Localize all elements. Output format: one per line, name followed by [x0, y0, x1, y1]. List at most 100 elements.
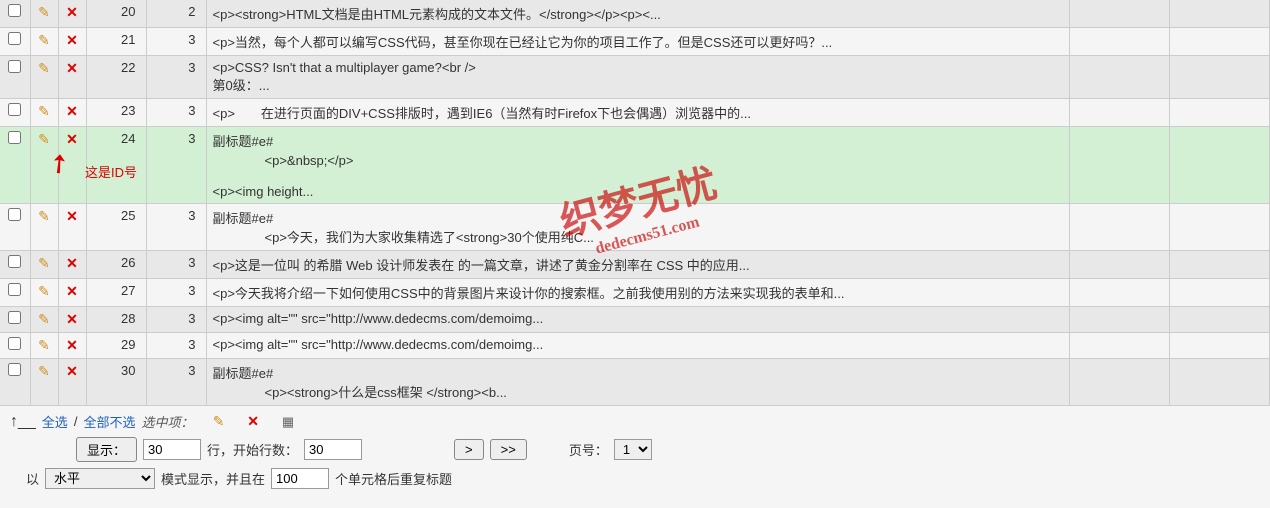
table-row: ✎✕263<p>这是一位叫 的希腊 Web 设计师发表在 的一篇文章，讲述了黄金…: [0, 251, 1270, 279]
delete-button[interactable]: ✕: [58, 307, 86, 333]
spacer: [1170, 333, 1270, 359]
spacer: [1070, 333, 1170, 359]
table-row: ✎✕213<p>当然，每个人都可以编写CSS代码，甚至你现在已经让它为你的项目工…: [0, 28, 1270, 56]
row-checkbox[interactable]: [8, 337, 21, 350]
spacer: [1170, 127, 1270, 204]
row-id: 24: [86, 127, 146, 204]
edit-button[interactable]: ✎: [30, 127, 58, 204]
cells-input[interactable]: [271, 468, 329, 489]
delete-button[interactable]: ✕: [58, 359, 86, 406]
pencil-icon: ✎: [38, 363, 50, 379]
row-checkbox[interactable]: [8, 32, 21, 45]
delete-button[interactable]: ✕: [58, 28, 86, 56]
row-col3: 3: [146, 127, 206, 204]
page-select[interactable]: 1: [614, 439, 652, 460]
x-icon: ✕: [66, 337, 78, 353]
select-none-link[interactable]: 全部不选: [83, 412, 135, 431]
spacer: [1170, 28, 1270, 56]
data-grid: ✎✕202<p><strong>HTML文档是由HTML元素构成的文本文件。</…: [0, 0, 1270, 406]
edit-button[interactable]: ✎: [30, 333, 58, 359]
delete-icon[interactable]: ✕: [247, 413, 259, 430]
row-checkbox[interactable]: [8, 60, 21, 73]
spacer: [1170, 56, 1270, 99]
up-arrow-icon[interactable]: ↑__: [10, 413, 36, 431]
edit-button[interactable]: ✎: [30, 359, 58, 406]
edit-button[interactable]: ✎: [30, 279, 58, 307]
delete-button[interactable]: ✕: [58, 56, 86, 99]
footer: ↑__ 全选 / 全部不选 选中项： ✎ ✕ ▦ 显示： 行，开始行数： > >…: [0, 406, 1270, 501]
row-id: 30: [86, 359, 146, 406]
x-icon: ✕: [66, 103, 78, 119]
spacer: [1070, 99, 1170, 127]
table-row: ✎✕223<p>CSS? Isn't that a multiplayer ga…: [0, 56, 1270, 99]
edit-button[interactable]: ✎: [30, 28, 58, 56]
row-id: 21: [86, 28, 146, 56]
row-col3: 3: [146, 307, 206, 333]
edit-button[interactable]: ✎: [30, 307, 58, 333]
row-col3: 3: [146, 204, 206, 251]
delete-button[interactable]: ✕: [58, 251, 86, 279]
select-all-link[interactable]: 全选: [42, 412, 68, 431]
row-id: 26: [86, 251, 146, 279]
table-row: ✎ ✕ 273<p>今天我将介绍一下如何使用CSS中的背景图片来设计你的搜索框。之前…: [0, 279, 1270, 307]
row-checkbox[interactable]: [8, 311, 21, 324]
export-icon[interactable]: ▦: [282, 414, 294, 430]
table-row: ✎✕303副标题#e# <p><strong>什么是css框架 </strong…: [0, 359, 1270, 406]
row-id: 23: [86, 99, 146, 127]
delete-button[interactable]: ✕: [58, 99, 86, 127]
x-icon: ✕: [66, 208, 78, 224]
x-icon: ✕: [66, 363, 78, 379]
mode-select[interactable]: 水平: [45, 468, 155, 489]
row-body: <p>今天我将介绍一下如何使用CSS中的背景图片来设计你的搜索框。之前我使用别的…: [206, 279, 1070, 307]
spacer: [1170, 99, 1270, 127]
row-col3: 3: [146, 279, 206, 307]
show-rows-input[interactable]: [143, 439, 201, 460]
row-body: <p><img alt="" src="http://www.dedecms.c…: [206, 307, 1070, 333]
row-body: 副标题#e# <p>今天，我们为大家收集精选了<strong>30个使用纯C..…: [206, 204, 1070, 251]
row-id: 28: [86, 307, 146, 333]
edit-button[interactable]: ✎: [30, 99, 58, 127]
edit-button[interactable]: ✎: [30, 204, 58, 251]
x-icon: ✕: [66, 255, 78, 271]
next-button[interactable]: >: [454, 439, 484, 460]
delete-button[interactable]: ✕: [58, 279, 86, 307]
delete-button[interactable]: ✕: [58, 204, 86, 251]
row-checkbox[interactable]: [8, 131, 21, 144]
start-row-input[interactable]: [304, 439, 362, 460]
row-checkbox[interactable]: [8, 283, 21, 296]
pencil-icon[interactable]: ✎: [213, 413, 225, 430]
delete-button[interactable]: ✕: [58, 333, 86, 359]
row-checkbox[interactable]: [8, 208, 21, 221]
row-id: 20: [86, 0, 146, 28]
pencil-icon: ✎: [38, 32, 50, 48]
x-icon: ✕: [66, 131, 78, 147]
edit-button[interactable]: ✎: [30, 0, 58, 28]
pencil-icon: ✎: [38, 131, 50, 147]
mode-prefix: 以: [26, 469, 39, 488]
table-row: ✎✕233<p> 在进行页面的DIV+CSS排版时，遇到IE6（当然有时Fire…: [0, 99, 1270, 127]
row-body: 副标题#e# <p><strong>什么是css框架 </strong><b..…: [206, 359, 1070, 406]
x-icon: ✕: [66, 32, 78, 48]
delete-button[interactable]: ✕: [58, 127, 86, 204]
show-button[interactable]: 显示：: [76, 437, 137, 462]
row-id: 27: [86, 279, 146, 307]
row-col3: 2: [146, 0, 206, 28]
pencil-icon: ✎: [38, 337, 50, 353]
row-checkbox[interactable]: [8, 363, 21, 376]
table-row: ✎✕293<p><img alt="" src="http://www.dede…: [0, 333, 1270, 359]
row-checkbox[interactable]: [8, 103, 21, 116]
pencil-icon: ✎: [38, 283, 50, 299]
mode-label: 模式显示，并且在: [161, 469, 265, 488]
x-icon: ✕: [66, 60, 78, 76]
row-body: <p><img alt="" src="http://www.dedecms.c…: [206, 333, 1070, 359]
delete-button[interactable]: ✕: [58, 0, 86, 28]
row-checkbox[interactable]: [8, 255, 21, 268]
spacer: [1070, 56, 1170, 99]
row-checkbox[interactable]: [8, 4, 21, 17]
edit-button[interactable]: ✎: [30, 251, 58, 279]
last-button[interactable]: >>: [490, 439, 527, 460]
row-col3: 3: [146, 56, 206, 99]
pencil-icon: ✎: [38, 60, 50, 76]
x-icon: ✕: [66, 283, 78, 299]
edit-button[interactable]: ✎: [30, 56, 58, 99]
